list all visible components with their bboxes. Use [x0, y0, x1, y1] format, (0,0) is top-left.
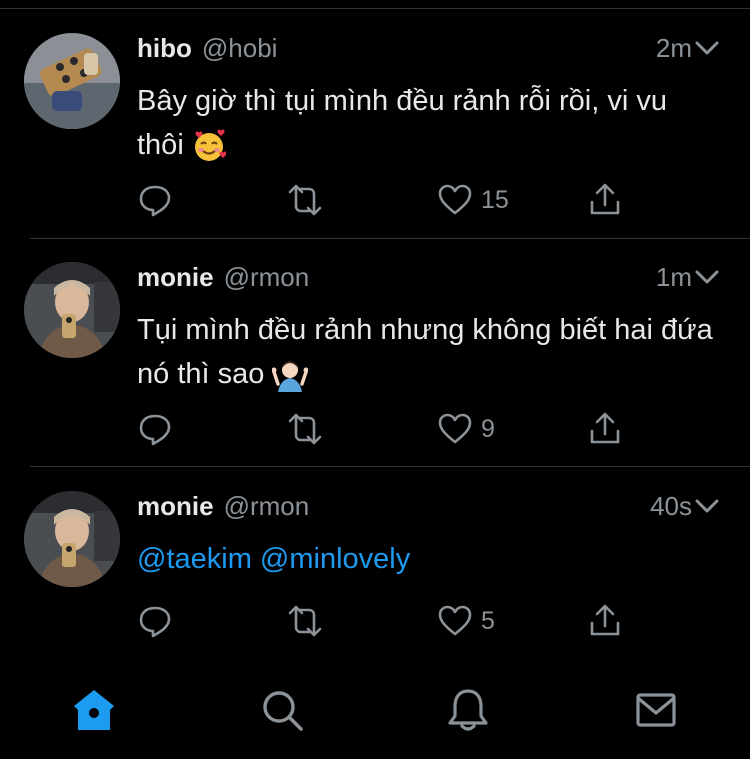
heart-icon — [438, 605, 472, 636]
avatar-photo-icon — [24, 491, 120, 587]
reply-button[interactable] — [137, 180, 173, 220]
share-button[interactable] — [587, 601, 623, 641]
tweet-text: Bây giờ thì tụi mình đều rảnh rỗi rồi, v… — [137, 79, 717, 167]
reply-button[interactable] — [137, 601, 173, 641]
display-name[interactable]: monie — [137, 262, 214, 293]
tweet-header: hibo @hobi — [137, 33, 277, 73]
share-icon — [590, 604, 620, 636]
tweet-text-content: Tụi mình đều rảnh nhưng không biết hai đ… — [137, 314, 713, 390]
like-button[interactable]: 5 — [437, 601, 495, 641]
avatar-photo-icon — [24, 33, 120, 129]
tweet-header: monie @rmon — [137, 262, 309, 302]
avatar-photo-icon — [24, 262, 120, 358]
retweet-icon — [288, 413, 322, 445]
tweet-divider — [30, 238, 750, 239]
share-icon — [590, 183, 620, 215]
home-icon — [74, 690, 114, 730]
tab-notifications[interactable] — [444, 686, 492, 734]
tweet-header: monie @rmon — [137, 491, 309, 531]
heart-icon — [438, 184, 472, 215]
share-button[interactable] — [587, 409, 623, 449]
like-count: 9 — [481, 414, 495, 443]
reply-button[interactable] — [137, 409, 173, 449]
tweet-actions: 15 — [0, 180, 750, 220]
username[interactable]: @rmon — [224, 491, 310, 522]
tab-home[interactable] — [70, 686, 118, 734]
tweet-text: Tụi mình đều rảnh nhưng không biết hai đ… — [137, 308, 717, 396]
tweet-actions: 5 — [0, 601, 750, 641]
top-divider — [0, 8, 750, 9]
smiling-face-with-hearts-icon — [194, 129, 226, 162]
avatar[interactable] — [24, 33, 120, 129]
messages-icon — [636, 693, 676, 727]
avatar[interactable] — [24, 491, 120, 587]
mention-link[interactable]: @taekim — [137, 543, 252, 575]
retweet-button[interactable] — [287, 409, 323, 449]
tweet-text: @taekim @minlovely — [137, 537, 717, 581]
chevron-down-icon[interactable] — [694, 39, 720, 59]
tab-messages[interactable] — [632, 686, 680, 734]
username[interactable]: @rmon — [224, 262, 310, 293]
share-button[interactable] — [587, 180, 623, 220]
like-button[interactable]: 9 — [437, 409, 495, 449]
retweet-icon — [288, 184, 322, 216]
display-name[interactable]: monie — [137, 491, 214, 522]
retweet-icon — [288, 605, 322, 637]
person-shrugging-icon — [272, 361, 309, 393]
reply-icon — [139, 606, 171, 638]
like-count: 5 — [481, 606, 495, 635]
timestamp: 40s — [650, 491, 692, 521]
retweet-button[interactable] — [287, 180, 323, 220]
tweet-actions: 9 — [0, 409, 750, 449]
avatar[interactable] — [24, 262, 120, 358]
like-button[interactable]: 15 — [437, 180, 509, 220]
search-icon — [263, 691, 303, 731]
mention-link[interactable]: @minlovely — [260, 543, 410, 575]
timestamp: 2m — [655, 33, 692, 63]
chevron-down-icon[interactable] — [694, 268, 720, 288]
reply-icon — [139, 185, 171, 217]
notifications-icon — [448, 689, 488, 731]
tab-search[interactable] — [258, 686, 306, 734]
bottom-tab-bar — [0, 660, 750, 759]
timestamp: 1m — [655, 262, 692, 292]
like-count: 15 — [481, 185, 509, 214]
retweet-button[interactable] — [287, 601, 323, 641]
username[interactable]: @hobi — [202, 33, 278, 64]
share-icon — [590, 412, 620, 444]
chevron-down-icon[interactable] — [694, 497, 720, 517]
heart-icon — [438, 413, 472, 444]
display-name[interactable]: hibo — [137, 33, 192, 64]
tweet-divider — [30, 466, 750, 467]
reply-icon — [139, 414, 171, 446]
